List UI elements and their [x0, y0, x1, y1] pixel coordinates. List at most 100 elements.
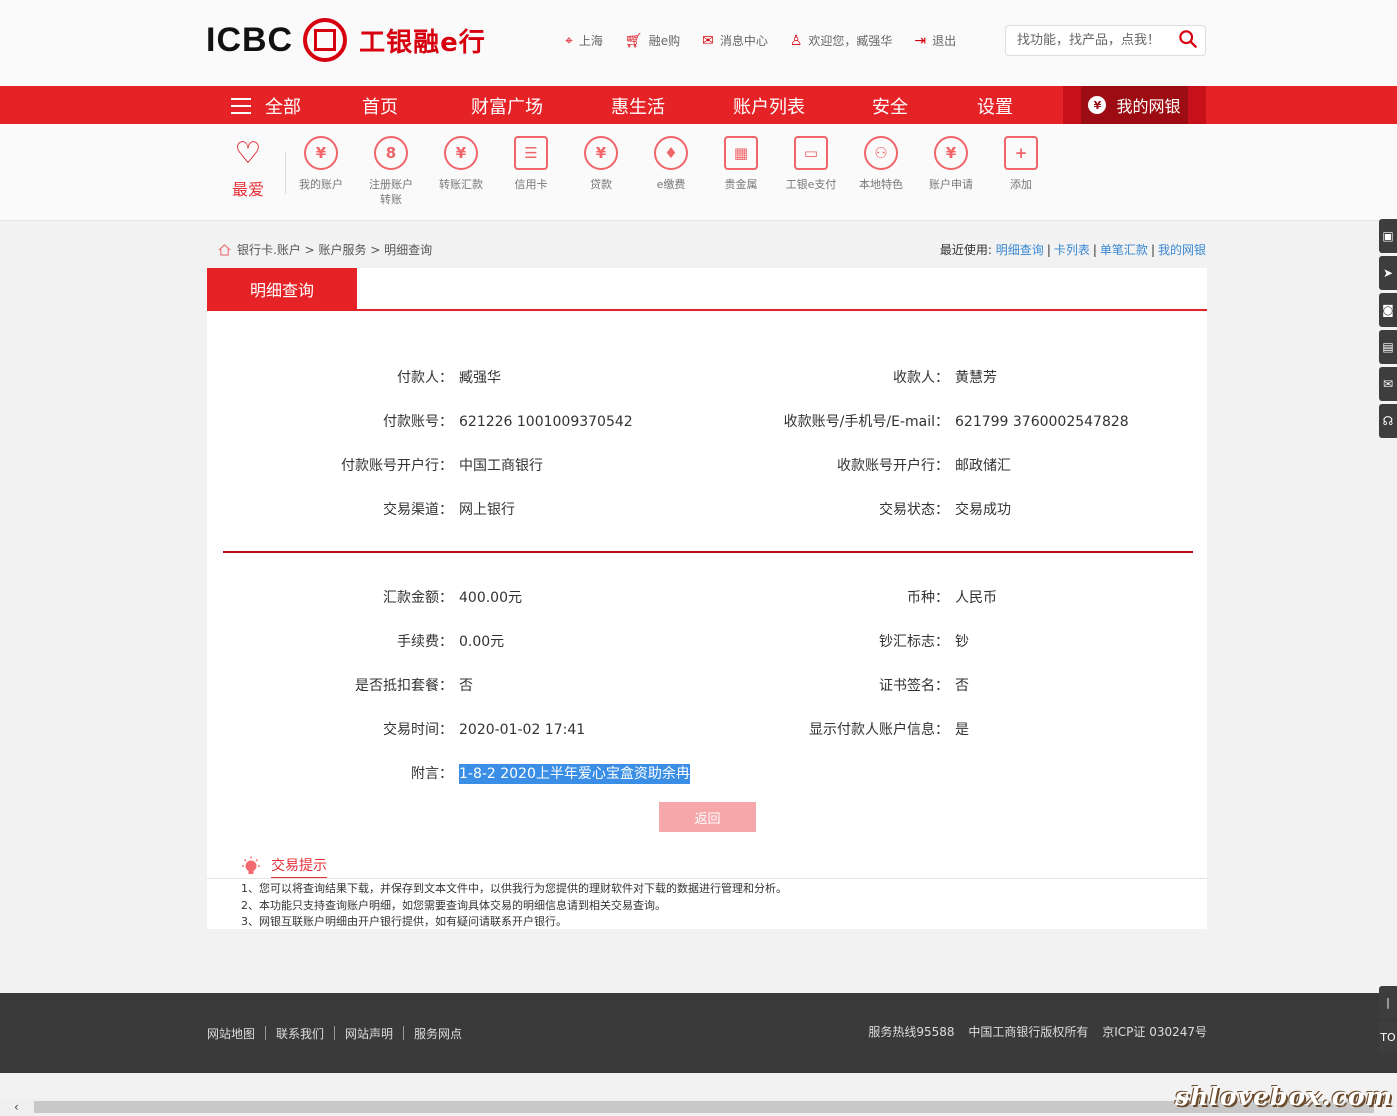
recent-link-remit[interactable]: 单笔汇款: [1100, 243, 1148, 257]
toplink-label: 上海: [578, 34, 603, 48]
footer-link-contact[interactable]: 联系我们: [276, 1025, 324, 1042]
card-pay-icon: ▭: [794, 136, 828, 170]
quick-label: 信用卡: [514, 178, 548, 191]
cart-icon: 🛒︎: [624, 32, 643, 49]
quick-loan[interactable]: ¥ 贷款: [571, 136, 631, 192]
logout-icon: ⇥: [914, 32, 927, 49]
brand-name: 工银融e行: [359, 27, 486, 58]
field-label: 交易状态：: [879, 502, 949, 518]
watermark: shlovebox.com: [1175, 1082, 1393, 1111]
favorites[interactable]: ♡ 最爱: [231, 138, 265, 200]
footer: 网站地图 联系我们 网站声明 服务网点 服务热线95588 中国工商银行版权所有…: [0, 993, 1397, 1073]
recent-link-mybank[interactable]: 我的网银: [1158, 243, 1206, 257]
field-label: 手续费：: [397, 634, 453, 650]
quick-label: 添加: [1010, 178, 1032, 191]
nav-security[interactable]: 安全: [872, 93, 908, 119]
quick-precious-metals[interactable]: ▦ 贵金属: [711, 136, 771, 192]
quick-add[interactable]: + 添加: [991, 136, 1051, 192]
show-payer-info-value: 是: [955, 722, 969, 738]
breadcrumb-path[interactable]: 银行卡.账户 > 账户服务 > 明细查询: [237, 241, 432, 258]
divider: [207, 878, 1207, 879]
field-label: 显示付款人账户信息：: [809, 722, 949, 738]
side-dock: ▣ ➤ ◙ ▤ ✉ ☊: [1379, 219, 1397, 441]
money-bag-icon: ¥: [584, 136, 618, 170]
back-to-top-icon[interactable]: TO: [1379, 1021, 1397, 1053]
gift-icon[interactable]: ▣: [1379, 219, 1397, 253]
field-label: 钞汇标志：: [879, 634, 949, 650]
scrollbar-thumb[interactable]: [34, 1101, 1374, 1113]
footer-link-sitemap[interactable]: 网站地图: [207, 1025, 255, 1042]
side-dock-bottom: | TO: [1379, 986, 1397, 1056]
collapse-icon[interactable]: |: [1379, 986, 1397, 1018]
quick-local-features[interactable]: ⚇ 本地特色: [851, 136, 911, 192]
tab-detail-query[interactable]: 明细查询: [207, 268, 357, 310]
quick-registered-transfer[interactable]: 8 注册账户转账: [361, 136, 421, 207]
nav-wealth[interactable]: 财富广场: [471, 93, 543, 119]
cash-flag-value: 钞: [955, 634, 969, 650]
footer-link-statement[interactable]: 网站声明: [345, 1025, 393, 1042]
clipboard-icon[interactable]: ▤: [1379, 330, 1397, 364]
nav-home[interactable]: 首页: [362, 93, 398, 119]
recently-used: 最近使用: 明细查询 | 卡列表 | 单笔汇款 | 我的网银: [939, 243, 1206, 257]
send-icon[interactable]: ➤: [1379, 256, 1397, 290]
recent-link-detail[interactable]: 明细查询: [996, 243, 1044, 257]
quick-e-pay-bills[interactable]: ♦ e缴费: [641, 136, 701, 192]
package-deduct-value: 否: [459, 678, 473, 694]
nav-settings[interactable]: 设置: [977, 93, 1013, 119]
toplink-label: 退出: [932, 34, 957, 48]
nav-all-label: 全部: [265, 97, 301, 118]
breadcrumb: 银行卡.账户 > 账户服务 > 明细查询: [218, 241, 432, 258]
field-label: 是否抵扣套餐：: [355, 678, 453, 694]
nav-accounts[interactable]: 账户列表: [733, 93, 805, 119]
top-bar: ICBC 工银融e行 ⌖ 上海 🛒︎ 融e购 ✉ 消息中心 ♙ 欢迎您，臧强华 …: [0, 0, 1397, 86]
recent-link-card-list[interactable]: 卡列表: [1054, 243, 1090, 257]
search-input[interactable]: [1006, 26, 1166, 55]
quick-access-bar: ♡ 最爱 ¥ 我的账户 8 注册账户转账 ¥ 转账汇款 ☰ 信用卡 ¥ 贷款 ♦…: [0, 124, 1397, 221]
lightbulb-icon: [242, 856, 260, 874]
footer-hotline: 服务热线95588: [868, 1025, 955, 1039]
divider: [285, 152, 286, 194]
memo-value[interactable]: 1-8-2 2020上半年爱心宝盒资助余冉: [459, 764, 690, 784]
nav-all[interactable]: 全部: [231, 93, 301, 119]
camera-icon[interactable]: ◙: [1379, 293, 1397, 327]
toplink-logout[interactable]: ⇥ 退出: [914, 32, 956, 49]
quick-label: 工银e支付: [785, 178, 837, 191]
toplink-shop[interactable]: 🛒︎ 融e购: [625, 32, 680, 49]
tips-header: 交易提示: [240, 855, 327, 879]
payee-bank-value: 邮政储汇: [955, 458, 1011, 474]
quick-label: 注册账户转账: [369, 178, 413, 206]
search-icon[interactable]: [1179, 30, 1197, 48]
quick-account-apply[interactable]: ¥ 账户申请: [921, 136, 981, 192]
home-icon[interactable]: [218, 243, 231, 256]
toplink-label: 消息中心: [719, 34, 768, 48]
favorites-label: 最爱: [231, 180, 264, 199]
headset-icon[interactable]: ☊: [1379, 404, 1397, 438]
nav-mybank[interactable]: ¥ 我的网银: [1081, 86, 1188, 124]
field-label: 交易时间：: [383, 722, 453, 738]
payer-bank-value: 中国工商银行: [459, 458, 543, 474]
icbc-logo[interactable]: ICBC 工银融e行: [206, 18, 486, 62]
nav-life[interactable]: 惠生活: [611, 93, 665, 119]
back-button[interactable]: 返回: [659, 802, 756, 832]
detail-panel: 明细查询 付款人： 臧强华 收款人： 黄慧芳 付款账号： 621226 1001…: [207, 268, 1207, 840]
footer-link-outlets[interactable]: 服务网点: [414, 1025, 462, 1042]
toplink-label: 融e购: [648, 34, 681, 48]
tip-item: 1、您可以将查询结果下载，并保存到文本文件中，以供我行为您提供的理财软件对下载的…: [241, 882, 787, 895]
currency-value: 人民币: [955, 590, 997, 606]
toplink-city[interactable]: ⌖ 上海: [565, 32, 603, 49]
scroll-left-icon[interactable]: ‹: [14, 1100, 19, 1114]
mail-icon[interactable]: ✉: [1379, 367, 1397, 401]
quick-my-account[interactable]: ¥ 我的账户: [291, 136, 351, 192]
field-label: 收款人：: [893, 370, 949, 386]
quick-e-payment[interactable]: ▭ 工银e支付: [781, 136, 841, 192]
quick-credit-card[interactable]: ☰ 信用卡: [501, 136, 561, 192]
tip-item: 2、本功能只支持查询账户明细，如您需要查询具体交易的明细信息请到相关交易查询。: [241, 899, 666, 912]
money-bag-icon: ¥: [1088, 96, 1107, 114]
quick-label: 贵金属: [724, 178, 758, 191]
toplink-messages[interactable]: ✉ 消息中心: [702, 32, 768, 49]
refresh-coin-icon: 8: [374, 136, 408, 170]
quick-transfer[interactable]: ¥ 转账汇款: [431, 136, 491, 192]
toplink-user[interactable]: ♙ 欢迎您，臧强华: [790, 32, 893, 49]
main-nav: 全部 首页 财富广场 惠生活 账户列表 安全 设置 ¥ 我的网银: [0, 86, 1397, 124]
field-label: 附言：: [411, 766, 453, 782]
